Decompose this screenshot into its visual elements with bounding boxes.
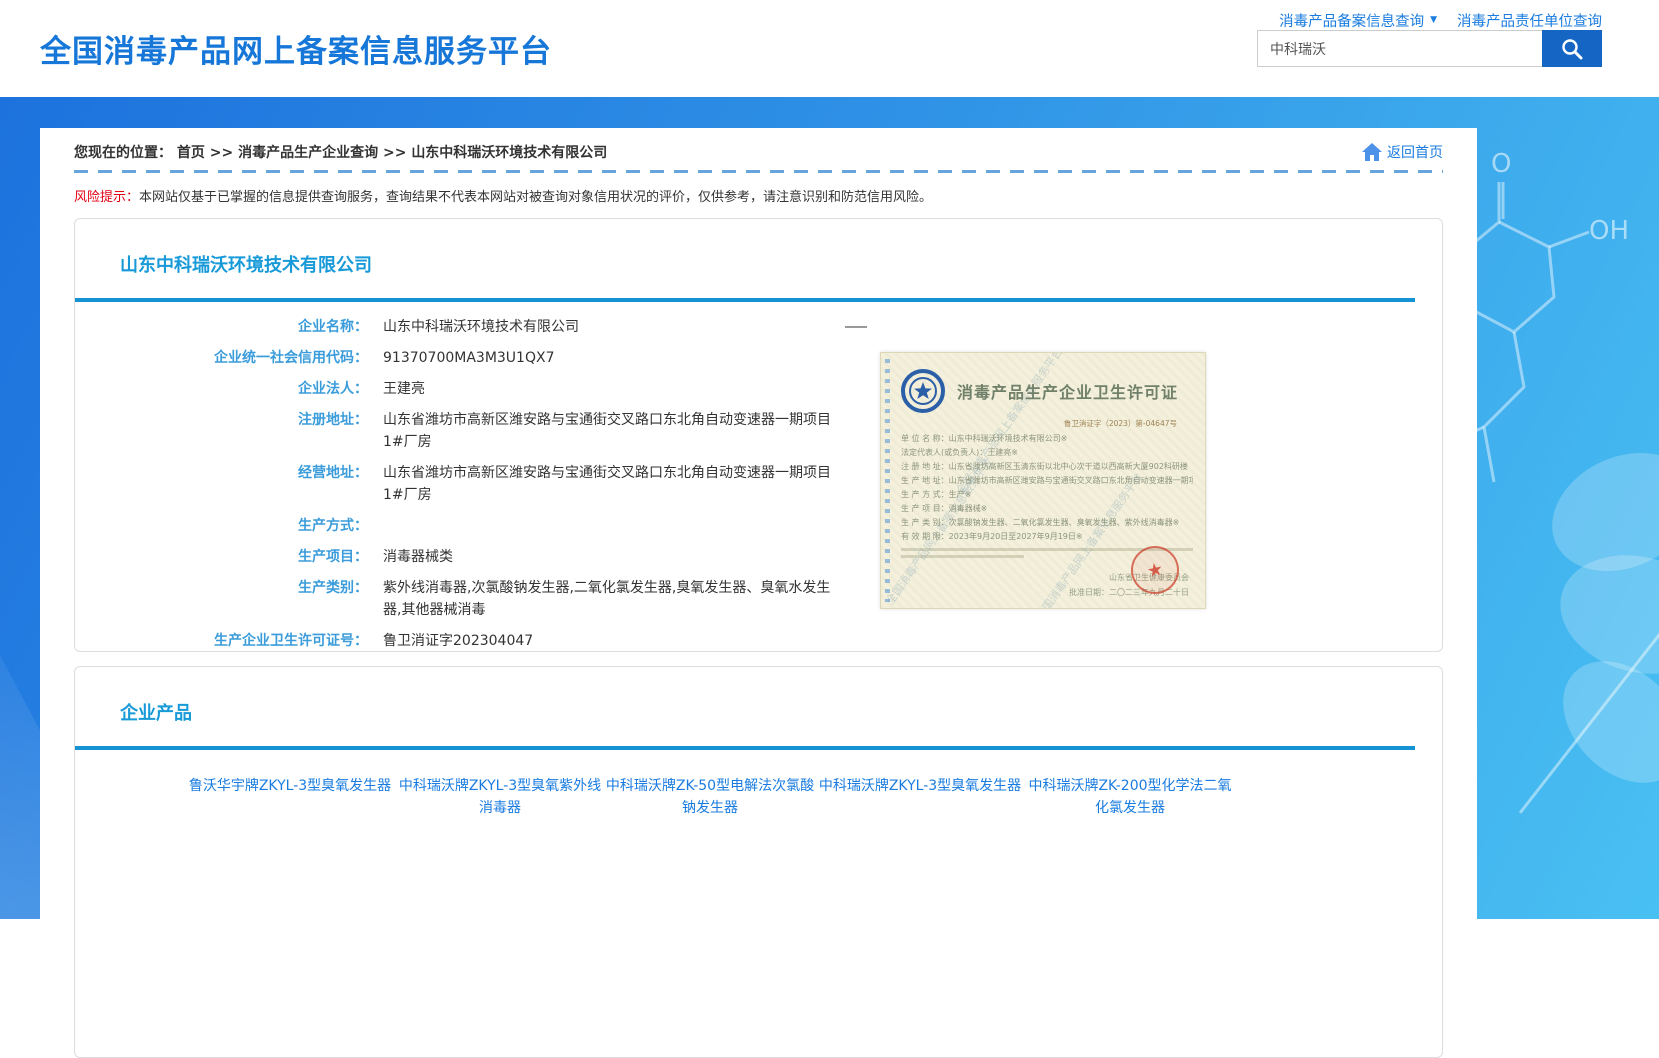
risk-notice-text: 本网站仅基于已掌握的信息提供查询服务，查询结果不代表本网站对被查询对象信用状况的… [139, 190, 932, 205]
field-row-production-mode: 生产方式： [75, 515, 1442, 537]
field-row-company-name: 企业名称： 山东中科瑞沃环境技术有限公司 [75, 316, 1442, 338]
field-row-legal-person: 企业法人： 王建亮 [75, 378, 1442, 400]
field-value: 91370700MA3M3U1QX7 [383, 347, 554, 369]
field-row-registered-address: 注册地址： 山东省潍坊市高新区潍安路与宝通街交叉路口东北角自动变速器一期项目1#… [75, 409, 1442, 453]
certificate-line: 法定代表人(或负责人)：王建亮※ [901, 446, 1193, 460]
certificate-line: 生 产 类 别：次氯酸钠发生器、二氧化氯发生器、臭氧发生器、紫外线消毒器※ [901, 516, 1193, 530]
product-link[interactable]: 鲁沃华宇牌ZKYL-3型臭氧发生器 [185, 776, 395, 819]
field-label: 经营地址： [75, 462, 368, 506]
certificate-line: 有 效 期 限：2023年9月20日至2027年9月19日※ [901, 530, 1193, 544]
field-row-credit-code: 企业统一社会信用代码： 91370700MA3M3U1QX7 [75, 347, 1442, 369]
field-row-hygiene-license-no: 生产企业卫生许可证号： 鲁卫消证字202304047 [75, 630, 1442, 652]
nav-record-info-query-label: 消毒产品备案信息查询 [1279, 10, 1424, 31]
breadcrumb: 您现在的位置： 首页 >> 消毒产品生产企业查询 >> 山东中科瑞沃环境技术有限… [74, 142, 607, 162]
dashed-separator [74, 170, 1443, 173]
company-info-card: 山东中科瑞沃环境技术有限公司 企业名称： 山东中科瑞沃环境技术有限公司 企业统一… [74, 218, 1443, 652]
home-icon [1361, 142, 1383, 162]
site-title: 全国消毒产品网上备案信息服务平台 [40, 26, 552, 71]
breadcrumb-company: 山东中科瑞沃环境技术有限公司 [411, 145, 607, 161]
back-home-link[interactable]: 返回首页 [1361, 142, 1443, 162]
field-label: 企业名称： [75, 316, 368, 338]
search-button[interactable] [1542, 30, 1602, 67]
main-content: 您现在的位置： 首页 >> 消毒产品生产企业查询 >> 山东中科瑞沃环境技术有限… [40, 128, 1477, 919]
field-label: 生产企业卫生许可证号： [75, 630, 368, 652]
field-label: 企业统一社会信用代码： [75, 347, 368, 369]
certificate-lines: 单 位 名 称：山东中科瑞沃环境技术有限公司※ 法定代表人(或负责人)：王建亮※… [901, 432, 1193, 544]
certificate-image: 全国消毒产品网上备案信息服务平台 全国消毒产品网上备案信息服务平台 全国消毒产品… [880, 352, 1206, 609]
site-header: 全国消毒产品网上备案信息服务平台 消毒产品备案信息查询 ▼ 消毒产品责任单位查询 [0, 0, 1659, 97]
breadcrumb-separator: >> [383, 145, 406, 161]
field-label: 生产方式： [75, 515, 368, 537]
field-value: 紫外线消毒器,次氯酸钠发生器,二氧化氯发生器,臭氧发生器、臭氧水发生器,其他器械… [383, 577, 843, 621]
nav-responsible-unit-query-label: 消毒产品责任单位查询 [1457, 10, 1602, 31]
breadcrumb-separator: >> [210, 145, 233, 161]
certificate-fine-print [901, 555, 1024, 558]
field-row-production-project: 生产项目： 消毒器械类 [75, 546, 1442, 568]
card-title-underline [75, 298, 1415, 302]
certificate-header: 消毒产品生产企业卫生许可证 [901, 369, 1193, 413]
certificate-line: 注 册 地 址：山东省潍坊高新区玉清东街以北中心次干道以西高新大厦902科研楼 [901, 460, 1193, 474]
chem-oh-label: OH [1589, 216, 1629, 246]
chevron-down-icon: ▼ [1430, 16, 1437, 25]
product-link[interactable]: 中科瑞沃牌ZK-200型化学法二氧化氯发生器 [1025, 776, 1235, 819]
product-link[interactable]: 中科瑞沃牌ZK-50型电解法次氯酸钠发生器 [605, 776, 815, 819]
risk-notice-label: 风险提示： [74, 190, 139, 205]
products-card-title: 企业产品 [120, 699, 1442, 725]
certificate-title: 消毒产品生产企业卫生许可证 [957, 379, 1178, 403]
product-link[interactable]: 中科瑞沃牌ZKYL-3型臭氧紫外线消毒器 [395, 776, 605, 819]
field-row-business-address: 经营地址： 山东省潍坊市高新区潍安路与宝通街交叉路口东北角自动变速器一期项目1#… [75, 462, 1442, 506]
products-list: 鲁沃华宇牌ZKYL-3型臭氧发生器 中科瑞沃牌ZKYL-3型臭氧紫外线消毒器 中… [75, 750, 1442, 833]
certificate-line: 单 位 名 称：山东中科瑞沃环境技术有限公司※ [901, 432, 1193, 446]
breadcrumb-home[interactable]: 首页 [177, 145, 205, 161]
field-row-production-category: 生产类别： 紫外线消毒器,次氯酸钠发生器,二氧化氯发生器,臭氧发生器、臭氧水发生… [75, 577, 1442, 621]
products-card: 企业产品 鲁沃华宇牌ZKYL-3型臭氧发生器 中科瑞沃牌ZKYL-3型臭氧紫外线… [74, 666, 1443, 1058]
search-icon [1560, 37, 1584, 61]
field-value: 山东省潍坊市高新区潍安路与宝通街交叉路口东北角自动变速器一期项目1#厂房 [383, 462, 843, 506]
certificate-line: 生 产 地 址：山东省潍坊市高新区潍安路与宝通街交叉路口东北角自动变速器一期项目… [901, 474, 1193, 488]
field-value: 鲁卫消证字202304047 [383, 630, 533, 652]
product-link[interactable]: 中科瑞沃牌ZKYL-3型臭氧发生器 [815, 776, 1025, 819]
scan-artifact-dash [845, 326, 867, 328]
national-emblem-icon [901, 369, 945, 413]
nav-responsible-unit-query[interactable]: 消毒产品责任单位查询 [1457, 10, 1602, 31]
field-value: 王建亮 [383, 378, 425, 400]
certificate-line: 生 产 项 目：消毒器械※ [901, 502, 1193, 516]
field-value: 消毒器械类 [383, 546, 453, 568]
search-bar [1257, 30, 1602, 67]
breadcrumb-enterprise-query[interactable]: 消毒产品生产企业查询 [238, 145, 378, 161]
top-nav: 消毒产品备案信息查询 ▼ 消毒产品责任单位查询 [1279, 10, 1602, 31]
nav-record-info-query[interactable]: 消毒产品备案信息查询 ▼ [1279, 10, 1437, 31]
back-home-label: 返回首页 [1387, 142, 1443, 162]
field-label: 注册地址： [75, 409, 368, 453]
field-label: 生产项目： [75, 546, 368, 568]
field-label: 生产类别： [75, 577, 368, 621]
search-input[interactable] [1257, 30, 1542, 67]
breadcrumb-row: 您现在的位置： 首页 >> 消毒产品生产企业查询 >> 山东中科瑞沃环境技术有限… [74, 128, 1443, 162]
field-label: 企业法人： [75, 378, 368, 400]
breadcrumb-prefix: 您现在的位置： [74, 145, 172, 161]
chem-o-label: O [1491, 149, 1511, 179]
company-card-title: 山东中科瑞沃环境技术有限公司 [120, 251, 1442, 277]
field-value: 山东省潍坊市高新区潍安路与宝通街交叉路口东北角自动变速器一期项目1#厂房 [383, 409, 843, 453]
certificate-line: 生 产 方 式：生产※ [901, 488, 1193, 502]
company-fields: 企业名称： 山东中科瑞沃环境技术有限公司 企业统一社会信用代码： 9137070… [75, 316, 1442, 652]
risk-notice: 风险提示：本网站仅基于已掌握的信息提供查询服务，查询结果不代表本网站对被查询对象… [74, 186, 1443, 205]
certificate-body: 消毒产品生产企业卫生许可证 鲁卫消证字（2023）第-04647号 单 位 名 … [881, 353, 1205, 608]
field-value: 山东中科瑞沃环境技术有限公司 [383, 316, 579, 338]
certificate-number: 鲁卫消证字（2023）第-04647号 [901, 418, 1177, 429]
